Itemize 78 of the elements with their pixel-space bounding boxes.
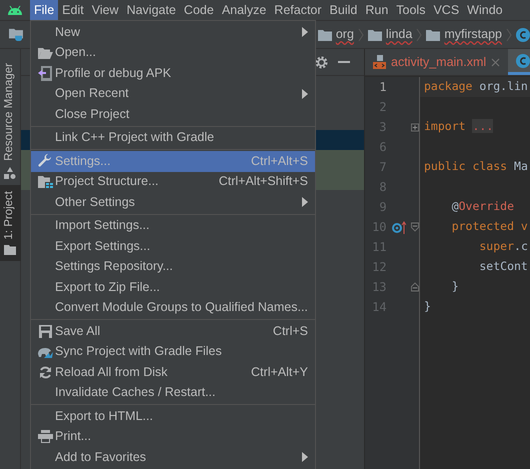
menu-item[interactable]: Export Settings... [31, 236, 315, 256]
menu-item[interactable]: Reload All from Disk Ctrl+Alt+Y [31, 362, 315, 382]
chevron-icon [358, 28, 364, 42]
breadcrumb[interactable]: linda [386, 25, 412, 44]
menu[interactable]: Windo [463, 0, 507, 20]
save-icon [38, 324, 52, 338]
menu-item[interactable]: Profile or debug APK [31, 63, 315, 84]
shortcut: Ctrl+Alt+Y [251, 364, 308, 381]
tool-window-tab[interactable]: 1: Project [0, 184, 20, 262]
editor-tab[interactable] [508, 49, 530, 75]
tab-title: activity_main.xml [391, 54, 486, 71]
code-line: } [450, 278, 459, 296]
override-icon[interactable] [392, 220, 406, 234]
menu[interactable]: Tools [392, 0, 430, 20]
android-logo [7, 5, 23, 15]
wrench-icon [38, 154, 52, 168]
menu-item[interactable]: New [31, 22, 315, 42]
code-line: @Override [450, 198, 514, 216]
menu-item[interactable]: Project Structure... Ctrl+Alt+Shift+S [31, 172, 315, 192]
shapes-icon [4, 166, 16, 179]
tool-window-tab[interactable]: Resource Manager [0, 57, 20, 185]
code-line: public class Ma [424, 158, 528, 176]
fold-end-icon[interactable] [411, 282, 419, 292]
shortcut: Ctrl+S [272, 322, 308, 340]
folder-cup-icon[interactable] [9, 27, 24, 42]
menu-item[interactable]: Convert Module Groups to Qualified Names... [31, 298, 315, 318]
menu[interactable]: Analyze [218, 0, 270, 20]
menu-item[interactable]: Open Recent [31, 84, 315, 104]
line-number: 1 [378, 79, 387, 96]
code-line: } [424, 298, 431, 316]
menu-item[interactable]: Sync Project with Gradle Files [31, 342, 315, 362]
menu-item[interactable]: Export to HTML... [31, 406, 315, 426]
folder-icon [38, 46, 52, 59]
shortcut: Ctrl+Alt+Shift+S [218, 173, 308, 190]
folder-icon [426, 28, 440, 40]
xml-file-icon [373, 55, 386, 69]
menu[interactable]: Code [180, 0, 218, 20]
code-line: protected v [450, 218, 528, 236]
code-line: import ... [424, 118, 494, 136]
chevron-icon [506, 28, 512, 42]
reload-icon [38, 366, 52, 379]
folder-grid-icon [38, 175, 52, 188]
class-icon[interactable] [516, 28, 530, 42]
menu-item[interactable]: Open... [31, 42, 315, 63]
menu-item[interactable]: Other Settings [31, 192, 315, 212]
menu[interactable]: Refactor [270, 0, 326, 20]
menu[interactable]: Edit [58, 0, 88, 20]
breadcrumb[interactable]: myfirstapp [444, 25, 502, 44]
code-line: setCont [478, 258, 528, 276]
printer-icon [38, 430, 52, 444]
menu-item[interactable]: Import Settings... [31, 216, 315, 236]
menu[interactable]: Navigate [122, 0, 180, 20]
shortcut: Ctrl+Alt+S [251, 152, 308, 170]
menu[interactable]: File [30, 0, 58, 20]
code-line: super.c [478, 238, 528, 256]
code-line: package org.lin [424, 78, 528, 96]
menu[interactable]: Run [361, 0, 392, 20]
menu-item[interactable]: Add to Favorites [31, 447, 315, 468]
menu-item[interactable]: Close Project [31, 104, 315, 124]
menu-item[interactable]: Link C++ Project with Gradle [31, 128, 315, 148]
menu-item[interactable]: Settings Repository... [31, 256, 315, 277]
settings-icon[interactable] [315, 56, 328, 68]
menu[interactable]: View [88, 0, 123, 20]
menu-item[interactable]: Print... [31, 426, 315, 447]
class-icon [516, 54, 530, 68]
folder-icon [368, 28, 382, 40]
fold-collapse-icon[interactable] [411, 222, 419, 232]
chevron-icon [416, 28, 422, 42]
folder-icon [4, 245, 16, 256]
menu[interactable]: Build [326, 0, 362, 20]
fold-expand-icon[interactable] [411, 122, 419, 132]
menu-item[interactable]: Export to Zip File... [31, 277, 315, 298]
menu-item[interactable]: Save All Ctrl+S [31, 321, 315, 342]
close-icon[interactable] [491, 58, 500, 66]
breadcrumb[interactable]: org [336, 25, 354, 44]
menu[interactable]: VCS [429, 0, 464, 20]
menu-item[interactable]: Invalidate Caches / Restart... [31, 382, 315, 403]
folder-icon [318, 28, 332, 40]
